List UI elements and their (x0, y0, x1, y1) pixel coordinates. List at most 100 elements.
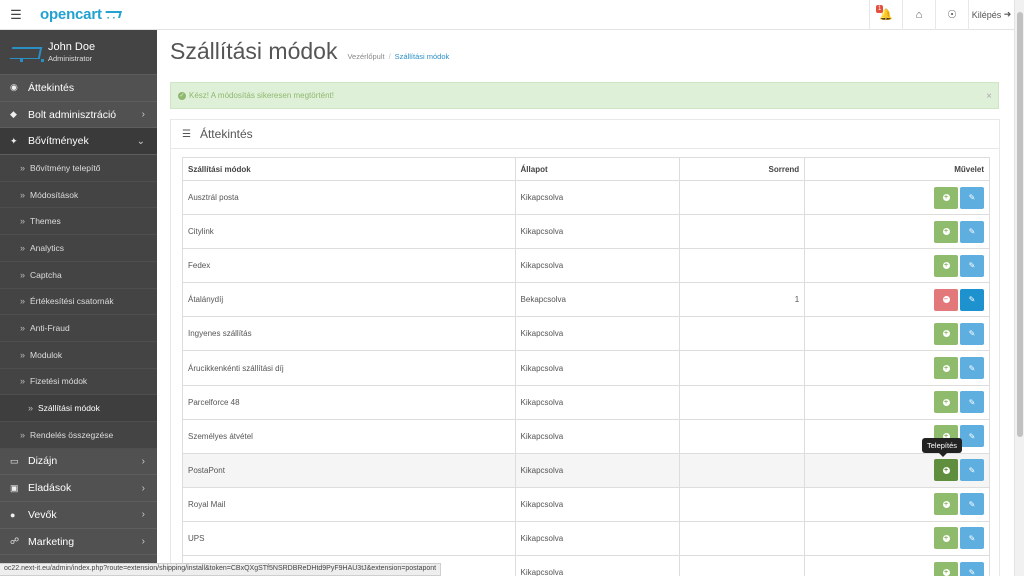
column-header-name[interactable]: Szállítási módok (182, 157, 516, 181)
close-icon[interactable]: × (986, 91, 992, 102)
action-cell: + ✎ (804, 316, 990, 352)
column-header-order[interactable]: Sorrend (679, 157, 806, 181)
scrollbar-thumb[interactable] (1017, 12, 1023, 437)
edit-button[interactable]: ✎ (960, 391, 984, 414)
page-header: Szállítási módok Vezérlőpult / Szállítási … (170, 38, 449, 65)
pencil-icon: ✎ (968, 568, 976, 576)
sidebar-subitem-modules[interactable]: » Modulok (0, 341, 157, 369)
panel-heading: ☰ Áttekintés (171, 120, 999, 149)
install-tooltip: Telepítés (922, 438, 963, 457)
status-cell: Kikapcsolva (514, 316, 681, 352)
home-icon: ⌂ (915, 8, 923, 21)
sort-order-cell (679, 384, 806, 420)
uninstall-button[interactable]: – (934, 288, 958, 311)
pencil-icon: ✎ (968, 533, 976, 543)
status-cell: Kikapcsolva (514, 214, 681, 250)
sidebar-subitem-themes[interactable]: » Themes (0, 208, 157, 236)
status-cell: Kikapcsolva (514, 179, 681, 216)
edit-button[interactable]: ✎ (960, 459, 984, 482)
edit-button[interactable]: ✎ (960, 288, 984, 311)
edit-button[interactable]: ✎ (960, 425, 984, 448)
sidebar-subitem-shipping[interactable]: » Szállítási módok (0, 395, 157, 422)
install-button[interactable]: + (934, 391, 958, 414)
install-button[interactable]: + (934, 561, 958, 576)
pencil-icon: ✎ (968, 397, 976, 407)
logout-button[interactable]: Kilépés ➜ (968, 0, 1014, 30)
panel-title: Áttekintés (199, 127, 253, 141)
top-header: ☰ opencart 1 🔔 ⌂ ☉ Kilépés ➜ (0, 0, 1014, 30)
logo-cart-icon (105, 10, 121, 24)
page-scrollbar[interactable] (1014, 0, 1024, 576)
home-button[interactable]: ⌂ (902, 0, 935, 30)
install-button[interactable]: + (934, 220, 958, 243)
double-chevron-icon: » (20, 323, 26, 334)
plus-circle-icon: + (942, 398, 950, 406)
column-header-action: Művelet (804, 157, 990, 181)
install-button[interactable]: + (934, 322, 958, 345)
edit-button[interactable]: ✎ (960, 493, 984, 516)
action-cell: + ✎ (804, 214, 990, 250)
life-ring-icon: ☉ (947, 9, 957, 21)
install-button[interactable]: + (934, 527, 958, 550)
opencart-logo[interactable]: opencart (40, 6, 121, 24)
edit-button[interactable]: ✎ (960, 527, 984, 550)
sidebar-subitem-feeds[interactable]: » Értékesítési csatornák (0, 288, 157, 316)
sidebar-subitem-antifraud[interactable]: » Anti-Fraud (0, 315, 157, 342)
sidebar-item-sales[interactable]: ▣ Eladások › (0, 475, 157, 502)
notifications-button[interactable]: 1 🔔 (869, 0, 902, 30)
sidebar-item-catalog[interactable]: ◆ Bolt adminisztráció › (0, 102, 157, 129)
table-header-row: Szállítási módok Állapot Sorrend Művelet (182, 157, 990, 181)
edit-button[interactable]: ✎ (960, 186, 984, 209)
pencil-icon: ✎ (968, 499, 976, 509)
user-profile[interactable]: John Doe Administrator (0, 30, 157, 75)
install-button[interactable]: + (934, 254, 958, 277)
sidebar-item-label: Eladások (28, 482, 72, 495)
install-button[interactable]: + (934, 357, 958, 380)
help-button[interactable]: ☉ (935, 0, 968, 30)
install-button[interactable]: + (934, 493, 958, 516)
edit-button[interactable]: ✎ (960, 254, 984, 277)
sidebar-subitem-order-totals[interactable]: » Rendelés összegzése (0, 421, 157, 449)
menu-toggle-icon[interactable]: ☰ (0, 0, 32, 30)
success-alert: ✓ Kész! A módosítás sikeresen megtörtént… (170, 82, 999, 109)
sidebar-subitem-captcha[interactable]: » Captcha (0, 261, 157, 289)
shipping-name-cell: Fedex (182, 248, 516, 284)
edit-button[interactable]: ✎ (960, 561, 984, 576)
sidebar-item-marketing[interactable]: ☍ Marketing › (0, 529, 157, 556)
install-button[interactable]: + (934, 459, 958, 482)
action-cell: + ✎ (804, 555, 990, 576)
pencil-icon: ✎ (968, 227, 976, 237)
action-cell: + ✎ (804, 350, 990, 386)
table-row: Fedex Kikapcsolva + ✎ (182, 248, 990, 284)
edit-button[interactable]: ✎ (960, 322, 984, 345)
sidebar-item-label: Marketing (28, 535, 75, 548)
sidebar-subitem-modifications[interactable]: » Módosítások (0, 181, 157, 209)
breadcrumb-link-shipping[interactable]: Szállítási módok (395, 52, 450, 61)
table-row: UPS Kikapcsolva + ✎ (182, 520, 990, 557)
pencil-icon: ✎ (968, 193, 976, 203)
sidebar-subitem-payments[interactable]: » Fizetési módok (0, 368, 157, 396)
plus-circle-icon: + (942, 194, 950, 202)
shipping-name-cell: Citylink (182, 214, 516, 250)
breadcrumb-link-dashboard[interactable]: Vezérlőpult (347, 52, 384, 61)
sidebar-subitem-label: Fizetési módok (30, 376, 88, 387)
column-header-status[interactable]: Állapot (514, 157, 681, 181)
edit-button[interactable]: ✎ (960, 220, 984, 243)
chevron-right-icon: › (141, 109, 145, 121)
shipping-panel: ☰ Áttekintés Szállítási módok Állapot So… (170, 119, 1000, 576)
shipping-name-cell: Ausztrál posta (182, 179, 516, 216)
table-row: Személyes átvétel Kikapcsolva + ✎ (182, 418, 990, 454)
sidebar-subitem-analytics[interactable]: » Analytics (0, 235, 157, 262)
status-cell: Kikapcsolva (514, 486, 681, 522)
minus-circle-icon: – (942, 296, 950, 304)
action-cell: + ✎ (804, 179, 990, 216)
double-chevron-icon: » (20, 242, 26, 253)
sidebar-item-extensions[interactable]: ✦ Bővítmények ⌄ (0, 128, 157, 156)
sidebar-item-customers[interactable]: ● Vevők › (0, 502, 157, 529)
sidebar-subitem-installer[interactable]: » Bővítmény telepítő (0, 155, 157, 182)
install-button[interactable]: + (934, 186, 958, 209)
edit-button[interactable]: ✎ (960, 357, 984, 380)
sidebar-item-dashboard[interactable]: ◉ Áttekintés (0, 75, 157, 102)
table-row: PostaPont Kikapcsolva + ✎ (182, 452, 990, 488)
sidebar-item-design[interactable]: ▭ Dizájn › (0, 449, 157, 476)
